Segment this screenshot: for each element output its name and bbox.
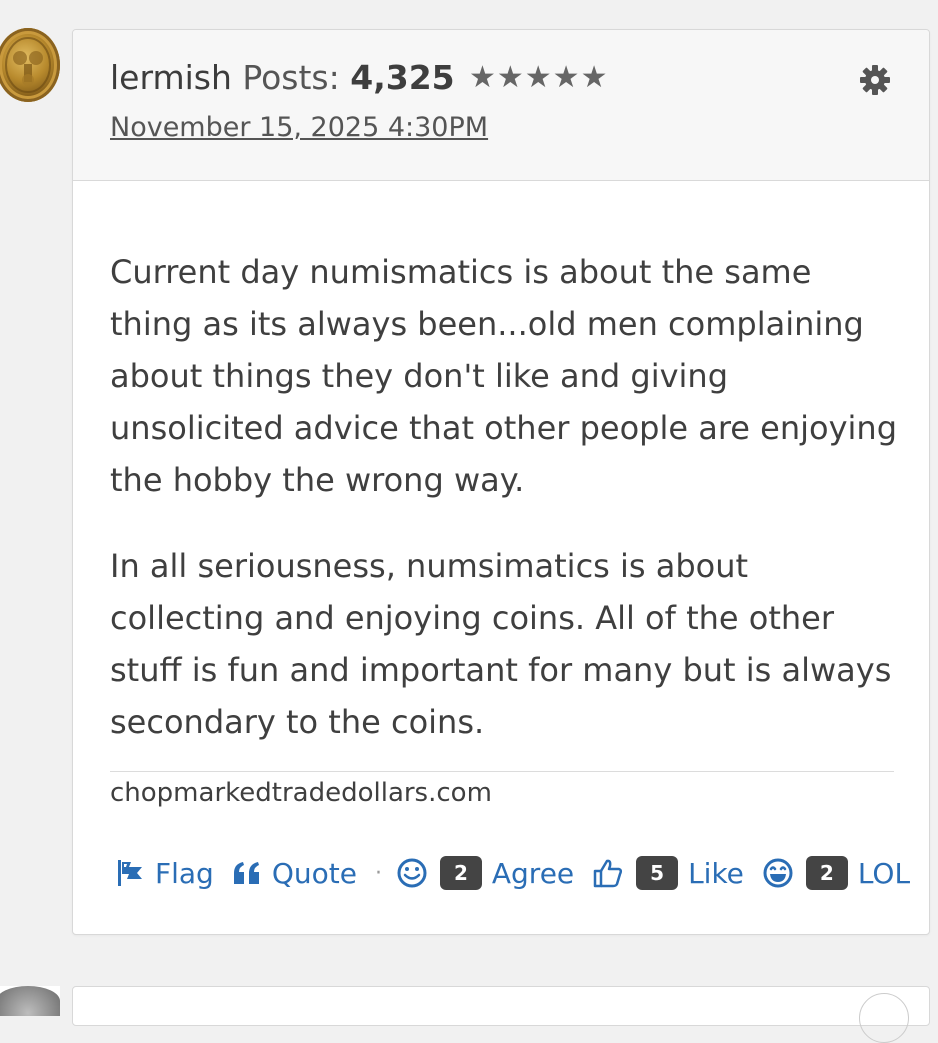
posts-label: Posts: bbox=[242, 58, 340, 97]
like-button[interactable]: 5 Like bbox=[592, 856, 744, 890]
quote-icon bbox=[233, 862, 259, 884]
post-header: lermish Posts: 4,325 ★★★★★ November 15, … bbox=[73, 30, 929, 181]
author-name[interactable]: lermish bbox=[110, 58, 232, 97]
like-count-badge: 5 bbox=[636, 856, 679, 890]
coin-avatar-icon bbox=[5, 37, 51, 93]
flag-icon bbox=[118, 860, 142, 886]
gear-icon[interactable] bbox=[859, 64, 891, 96]
author-avatar[interactable] bbox=[0, 28, 60, 102]
next-post-icon[interactable] bbox=[859, 993, 909, 1043]
like-label: Like bbox=[688, 856, 744, 890]
lol-count-badge: 2 bbox=[805, 856, 848, 890]
forum-post: lermish Posts: 4,325 ★★★★★ November 15, … bbox=[72, 29, 930, 935]
quote-label: Quote bbox=[271, 856, 357, 890]
flag-label: Flag bbox=[155, 856, 214, 890]
agree-count-badge: 2 bbox=[439, 856, 482, 890]
laugh-icon bbox=[763, 858, 793, 888]
rank-stars: ★★★★★ bbox=[469, 60, 609, 95]
agree-label: Agree bbox=[491, 856, 575, 890]
signature-divider bbox=[110, 771, 894, 772]
action-separator: · bbox=[374, 860, 382, 886]
smile-icon bbox=[397, 858, 427, 888]
next-forum-post bbox=[72, 986, 930, 1043]
lol-button[interactable]: 2 LOL bbox=[762, 856, 910, 890]
post-body: Current day numismatics is about the sam… bbox=[110, 246, 900, 782]
posts-count: 4,325 bbox=[350, 58, 455, 97]
agree-button[interactable]: 2 Agree bbox=[396, 856, 574, 890]
thumbs-up-icon bbox=[593, 859, 623, 888]
author-line: lermish Posts: 4,325 bbox=[110, 58, 455, 97]
post-paragraph: Current day numismatics is about the sam… bbox=[110, 253, 897, 499]
quote-button[interactable]: Quote bbox=[232, 857, 357, 890]
flag-button[interactable]: Flag bbox=[115, 857, 214, 890]
lol-label: LOL bbox=[857, 856, 911, 890]
reaction-bar: Flag Quote · 2 Agree 5 Like 2 LOL bbox=[115, 848, 928, 898]
post-date-link[interactable]: November 15, 2025 4:30PM bbox=[110, 112, 488, 143]
signature: chopmarkedtradedollars.com bbox=[110, 778, 492, 808]
post-paragraph: In all seriousness, numsimatics is about… bbox=[110, 547, 892, 741]
next-author-avatar[interactable] bbox=[0, 986, 60, 1016]
